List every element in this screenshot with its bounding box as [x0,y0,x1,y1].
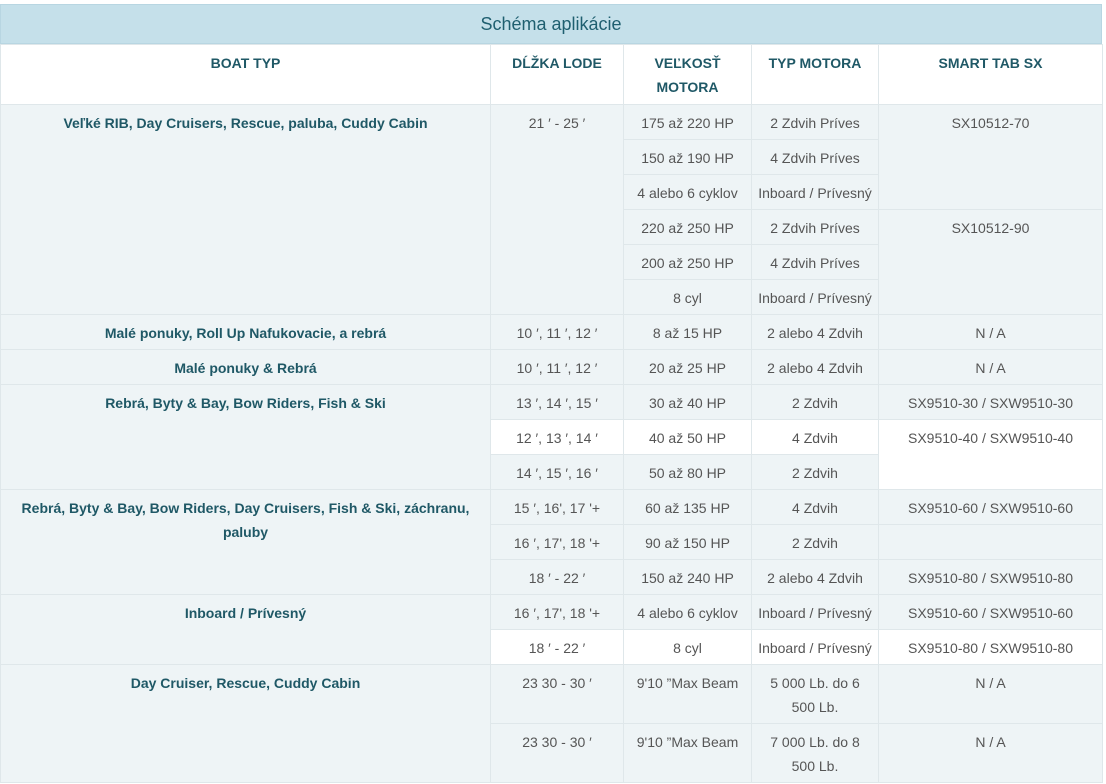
motor-type-cell: 2 alebo 4 Zdvih [751,349,879,385]
smart-tab-cell: N / A [878,723,1103,783]
engine-size-cell: 8 cyl [623,629,752,665]
engine-size-cell: 150 až 240 HP [623,559,752,595]
motor-type-cell: 7 000 Lb. do 8 500 Lb. [751,723,879,783]
motor-type-cell: Inboard / Prívesný [751,174,879,210]
length-cell: 13 ′, 14 ′, 15 ′ [490,384,624,420]
motor-type-cell: 2 Zdvih [751,384,879,420]
smart-tab-cell: SX9510-80 / SXW9510-80 [878,629,1103,665]
motor-type-cell: Inboard / Prívesný [751,629,879,665]
length-cell: 10 ′, 11 ′, 12 ′ [490,349,624,385]
table-row: Rebrá, Byty & Bay, Bow Riders, Day Cruis… [0,489,1103,595]
table-row: Inboard / Prívesný 16 ′, 17', 18 '+ 4 al… [0,594,1103,665]
length-cell: 23 30 - 30 ′ [490,664,624,724]
table-row: Rebrá, Byty & Bay, Bow Riders, Fish & Sk… [0,384,1103,490]
engine-size-cell: 8 cyl [623,279,752,315]
boat-type-cell: Rebrá, Byty & Bay, Bow Riders, Fish & Sk… [0,384,491,490]
smart-tab-cell: SX10512-70 [878,104,1103,210]
boat-type-cell: Malé ponuky & Rebrá [0,349,491,385]
engine-size-cell: 60 až 135 HP [623,489,752,525]
length-cell: 16 ′, 17', 18 '+ [490,594,624,630]
length-cell: 21 ′ - 25 ′ [490,104,624,315]
header-row: BOAT TYP DĹŽKA LODE VEĽKOSŤ MOTORA TYP M… [0,44,1103,105]
application-chart: Schéma aplikácie BOAT TYP DĹŽKA LODE VEĽ… [0,0,1106,784]
motor-type-cell: 2 Zdvih Príves [751,209,879,245]
application-table: BOAT TYP DĹŽKA LODE VEĽKOSŤ MOTORA TYP M… [0,44,1103,783]
motor-type-cell: Inboard / Prívesný [751,279,879,315]
smart-tab-cell: SX9510-30 / SXW9510-30 [878,384,1103,420]
engine-size-cell: 175 až 220 HP [623,104,752,140]
smart-tab-cell: SX9510-60 / SXW9510-60 [878,489,1103,525]
smart-tab-cell: SX10512-90 [878,209,1103,315]
engine-size-cell: 8 až 15 HP [623,314,752,350]
engine-size-cell: 9'10 ”Max Beam [623,723,752,783]
motor-type-cell: 5 000 Lb. do 6 500 Lb. [751,664,879,724]
length-cell: 23 30 - 30 ′ [490,723,624,783]
table-row: Malé ponuky, Roll Up Nafukovacie, a rebr… [0,314,1103,350]
length-cell: 16 ′, 17', 18 '+ [490,524,624,560]
length-cell: 10 ′, 11 ′, 12 ′ [490,314,624,350]
smart-tab-cell [878,524,1103,560]
smart-tab-cell: N / A [878,664,1103,724]
table-row: Day Cruiser, Rescue, Cuddy Cabin 23 30 -… [0,664,1103,783]
smart-tab-cell: N / A [878,349,1103,385]
header-velkost-motora: VEĽKOSŤ MOTORA [623,44,752,105]
header-boat-typ: BOAT TYP [0,44,491,105]
smart-tab-cell: SX9510-40 / SXW9510-40 [878,419,1103,490]
engine-size-cell: 4 alebo 6 cyklov [623,174,752,210]
header-dlzka-lode: DĹŽKA LODE [490,44,624,105]
motor-type-cell: 2 Zdvih [751,524,879,560]
length-cell: 18 ′ - 22 ′ [490,629,624,665]
motor-type-cell: 2 alebo 4 Zdvih [751,559,879,595]
engine-size-cell: 9'10 ”Max Beam [623,664,752,724]
engine-size-cell: 90 až 150 HP [623,524,752,560]
length-cell: 15 ′, 16', 17 '+ [490,489,624,525]
engine-size-cell: 30 až 40 HP [623,384,752,420]
boat-type-cell: Day Cruiser, Rescue, Cuddy Cabin [0,664,491,783]
table-row: Malé ponuky & Rebrá 10 ′, 11 ′, 12 ′ 20 … [0,349,1103,385]
motor-type-cell: Inboard / Prívesný [751,594,879,630]
length-cell: 18 ′ - 22 ′ [490,559,624,595]
engine-size-cell: 20 až 25 HP [623,349,752,385]
smart-tab-cell: SX9510-60 / SXW9510-60 [878,594,1103,630]
engine-size-cell: 40 až 50 HP [623,419,752,455]
motor-type-cell: 4 Zdvih Príves [751,244,879,280]
engine-size-cell: 220 až 250 HP [623,209,752,245]
engine-size-cell: 4 alebo 6 cyklov [623,594,752,630]
engine-size-cell: 50 až 80 HP [623,454,752,490]
length-cell: 12 ′, 13 ′, 14 ′ [490,419,624,455]
boat-type-cell: Malé ponuky, Roll Up Nafukovacie, a rebr… [0,314,491,350]
motor-type-cell: 2 Zdvih [751,454,879,490]
smart-tab-cell: SX9510-80 / SXW9510-80 [878,559,1103,595]
motor-type-cell: 4 Zdvih [751,489,879,525]
smart-tab-cell: N / A [878,314,1103,350]
header-smart-tab: SMART TAB SX [878,44,1103,105]
motor-type-cell: 2 alebo 4 Zdvih [751,314,879,350]
table-title: Schéma aplikácie [0,4,1102,44]
motor-type-cell: 4 Zdvih Príves [751,139,879,175]
boat-type-cell: Veľké RIB, Day Cruisers, Rescue, paluba,… [0,104,491,315]
motor-type-cell: 4 Zdvih [751,419,879,455]
engine-size-cell: 200 až 250 HP [623,244,752,280]
engine-size-cell: 150 až 190 HP [623,139,752,175]
motor-type-cell: 2 Zdvih Príves [751,104,879,140]
table-row: Veľké RIB, Day Cruisers, Rescue, paluba,… [0,104,1103,315]
boat-type-cell: Inboard / Prívesný [0,594,491,665]
header-typ-motora: TYP MOTORA [751,44,879,105]
length-cell: 14 ′, 15 ′, 16 ′ [490,454,624,490]
boat-type-cell: Rebrá, Byty & Bay, Bow Riders, Day Cruis… [0,489,491,595]
